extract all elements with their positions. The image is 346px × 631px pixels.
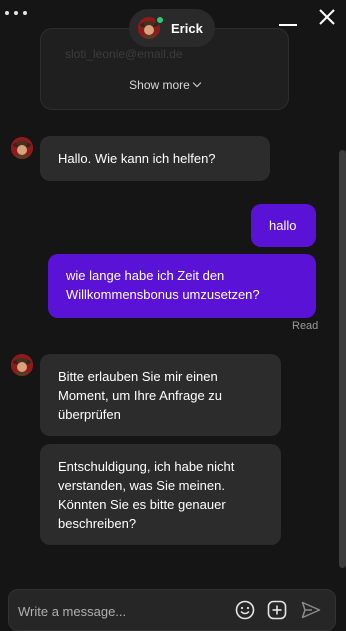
agent-avatar [11,354,33,376]
scrollbar[interactable] [339,150,346,568]
send-icon[interactable] [301,601,321,619]
close-icon[interactable] [318,8,336,26]
emoji-icon[interactable] [235,600,255,620]
message-composer [8,589,336,631]
message-bubble-agent: Bitte erlauben Sie mir einen Moment, um … [40,354,281,436]
message-bubble-user: wie lange habe ich Zeit den Willkommensb… [48,254,316,318]
online-status-dot [155,15,165,25]
message-input[interactable] [18,601,228,621]
message-text: Bitte erlauben Sie mir einen Moment, um … [58,369,223,422]
add-icon[interactable] [267,600,287,620]
message-text: wie lange habe ich Zeit den Willkommensb… [66,268,260,302]
minimize-icon[interactable] [279,12,297,26]
message-text: hallo [269,218,297,233]
faded-email-text: sloti_leonie@email.de [65,47,183,61]
message-bubble-agent: Entschuldigung, ich habe nicht verstande… [40,444,281,545]
chat-header: Erick [0,0,346,47]
agent-pill: Erick [129,9,215,47]
agent-avatar-image [11,354,33,376]
message-bubble-user: hallo [251,204,316,247]
more-dots-icon[interactable] [5,6,29,20]
chat-window: sloti_leonie@email.de Show more Hallo. W… [0,0,346,631]
message-bubble-agent: Hallo. Wie kann ich helfen? [40,136,270,181]
agent-avatar [11,137,33,159]
agent-name: Erick [171,20,203,36]
show-more-button[interactable]: Show more [41,78,288,92]
show-more-label: Show more [129,78,190,92]
agent-avatar-image [11,137,33,159]
message-text: Entschuldigung, ich habe nicht verstande… [58,459,235,531]
chevron-down-icon [192,78,202,88]
read-receipt: Read [292,320,319,332]
message-text: Hallo. Wie kann ich helfen? [58,151,216,166]
